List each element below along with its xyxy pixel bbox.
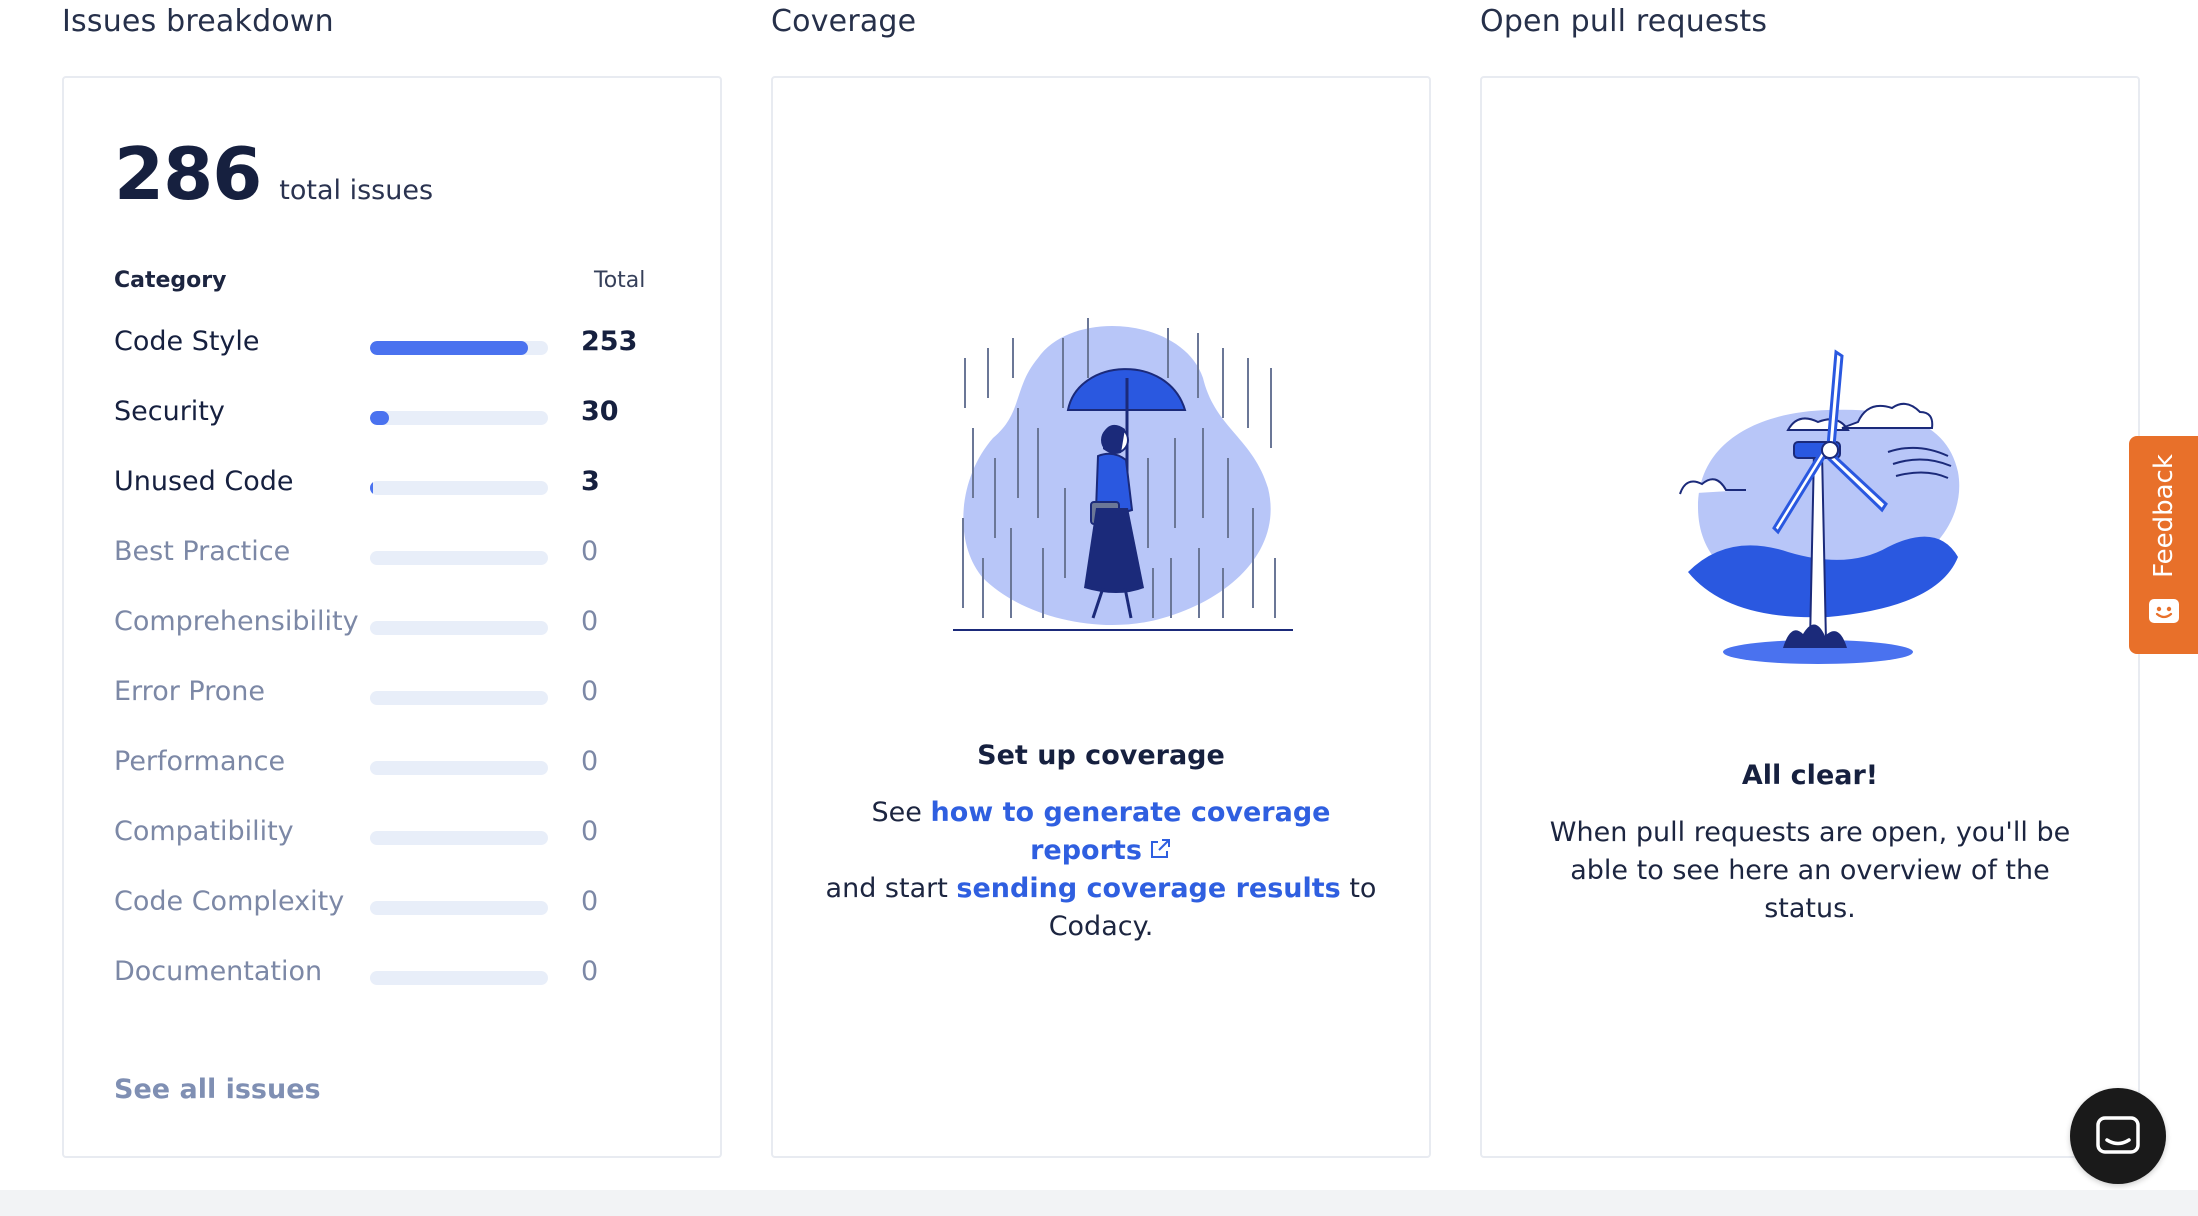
category-total: 0	[581, 676, 599, 707]
wind-turbine-illustration	[1679, 349, 1960, 664]
category-bar	[370, 971, 548, 985]
total-issues-count: 286	[114, 132, 262, 216]
category-total: 0	[581, 886, 599, 917]
category-name: Code Style	[114, 326, 260, 357]
feedback-label: Feedback	[2148, 454, 2179, 578]
category-name: Documentation	[114, 956, 323, 987]
category-row[interactable]: Security 30	[114, 392, 674, 442]
category-total: 0	[581, 606, 599, 637]
category-bar	[370, 481, 548, 495]
category-name: Unused Code	[114, 466, 294, 497]
total-column-header: Total	[594, 268, 646, 293]
open-pull-requests-title: Open pull requests	[1480, 4, 1768, 39]
page-footer-strip	[0, 1190, 2198, 1216]
coverage-card: Set up coverage See how to generate cove…	[771, 76, 1431, 1158]
category-name: Performance	[114, 746, 286, 777]
category-row[interactable]: Code Complexity 0	[114, 882, 674, 932]
coverage-instructions: See how to generate coverage reports and…	[813, 794, 1389, 946]
set-up-coverage-title: Set up coverage	[977, 740, 1225, 771]
coverage-text-to: to	[1349, 873, 1377, 904]
category-row[interactable]: Performance 0	[114, 742, 674, 792]
feedback-tab[interactable]: Feedback	[2129, 436, 2198, 654]
category-bar	[370, 621, 548, 635]
category-total: 0	[581, 816, 599, 847]
category-total: 0	[581, 746, 599, 777]
category-bar-fill	[370, 411, 389, 425]
total-issues-label: total issues	[279, 175, 434, 206]
category-name: Security	[114, 396, 225, 427]
chat-launcher-button[interactable]	[2070, 1088, 2166, 1184]
issues-breakdown-card: 286 total issues Category Total Code Sty…	[62, 76, 722, 1158]
category-row[interactable]: Code Style 253	[114, 322, 674, 372]
coverage-text-see: See	[871, 797, 922, 828]
see-all-issues-link[interactable]: See all issues	[114, 1074, 321, 1105]
category-column-header: Category	[114, 268, 227, 293]
category-bar-fill	[370, 341, 528, 355]
category-name: Code Complexity	[114, 886, 345, 917]
category-row[interactable]: Documentation 0	[114, 952, 674, 1002]
coverage-text-codacy: Codacy.	[1048, 911, 1154, 942]
category-bar	[370, 831, 548, 845]
coverage-title: Coverage	[771, 4, 917, 39]
category-bar-fill	[370, 481, 373, 495]
open-pull-requests-card: All clear! When pull requests are open, …	[1480, 76, 2140, 1158]
sending-coverage-results-link[interactable]: sending coverage results	[956, 873, 1340, 904]
category-name: Compatibility	[114, 816, 294, 847]
category-row[interactable]: Best Practice 0	[114, 532, 674, 582]
pull-requests-description: When pull requests are open, you'll be a…	[1549, 817, 2071, 924]
category-bar	[370, 761, 548, 775]
external-link-icon[interactable]	[1148, 837, 1172, 861]
category-total: 0	[581, 536, 599, 567]
category-bar	[370, 691, 548, 705]
how-to-generate-coverage-reports-link[interactable]: how to generate coverage reports	[931, 797, 1331, 866]
category-bar	[370, 551, 548, 565]
category-total: 3	[581, 466, 600, 497]
category-row[interactable]: Compatibility 0	[114, 812, 674, 862]
issues-breakdown-title: Issues breakdown	[62, 4, 334, 39]
category-row[interactable]: Error Prone 0	[114, 672, 674, 722]
coverage-text-and-start: and start	[825, 873, 948, 904]
category-row[interactable]: Unused Code 3	[114, 462, 674, 512]
all-clear-title: All clear!	[1741, 760, 1879, 791]
category-bar	[370, 411, 548, 425]
category-row[interactable]: Comprehensibility 0	[114, 602, 674, 652]
category-total: 30	[581, 396, 619, 427]
category-total: 253	[581, 326, 638, 357]
category-bar	[370, 901, 548, 915]
category-name: Comprehensibility	[114, 606, 359, 637]
category-name: Best Practice	[114, 536, 291, 567]
category-total: 0	[581, 956, 599, 987]
category-bar	[370, 341, 548, 355]
chat-bubble-icon	[2096, 1116, 2140, 1154]
category-name: Error Prone	[114, 676, 265, 707]
smiley-face-icon	[2149, 599, 2179, 623]
total-issues: 286 total issues	[114, 132, 433, 216]
rain-umbrella-illustration	[953, 318, 1293, 631]
